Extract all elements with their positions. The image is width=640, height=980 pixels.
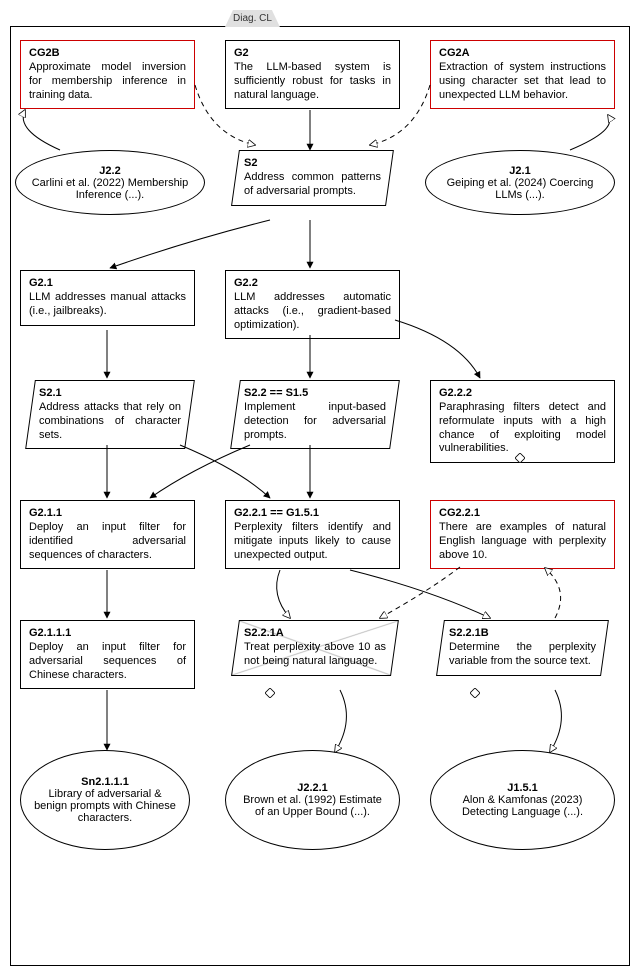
node-G211-title: G2.1.1 (29, 507, 186, 519)
node-J21-body: Geiping et al. (2024) Coercing LLMs (...… (447, 177, 594, 201)
node-J2211-title: J2.2.1 (297, 782, 328, 794)
node-G221-body: Perplexity filters identify and mitigate… (234, 521, 391, 562)
node-J2211: J2.2.1Brown et al. (1992) Estimate of an… (225, 750, 400, 850)
node-CG2A: CG2A Extraction of system instructions u… (430, 40, 615, 109)
node-G222: G2.2.2 Paraphrasing filters detect and r… (430, 380, 615, 463)
node-S2-body: Address common patterns of adversarial p… (244, 171, 381, 199)
node-G21-title: G2.1 (29, 277, 186, 289)
node-J1511-title: J1.5.1 (507, 782, 538, 794)
node-G22-title: G2.2 (234, 277, 391, 289)
node-S221B-title: S2.2.1B (449, 627, 596, 639)
node-G211: G2.1.1 Deploy an input filter for identi… (20, 500, 195, 569)
node-G2111-body: Deploy an input filter for adversarial s… (29, 641, 186, 682)
node-G21: G2.1 LLM addresses manual attacks (i.e.,… (20, 270, 195, 326)
node-G2-title: G2 (234, 47, 391, 59)
node-S21-body: Address attacks that rely on combination… (39, 401, 181, 442)
node-G211-body: Deploy an input filter for identified ad… (29, 521, 186, 562)
node-J2211-body: Brown et al. (1992) Estimate of an Upper… (243, 794, 382, 818)
node-G22: G2.2 LLM addresses automatic attacks (i.… (225, 270, 400, 339)
node-S22: S2.2 == S1.5 Implement input-based detec… (230, 380, 400, 449)
node-J22-body: Carlini et al. (2022) Membership Inferen… (32, 177, 189, 201)
node-S221A: S2.2.1A Treat perplexity above 10 as not… (231, 620, 399, 676)
node-Sn2111-title: Sn2.1.1.1 (81, 776, 129, 788)
node-S21: S2.1 Address attacks that rely on combin… (25, 380, 195, 449)
node-CG2B-title: CG2B (29, 47, 186, 59)
node-J22-title: J2.2 (99, 165, 120, 177)
node-Sn2111: Sn2.1.1.1Library of adversarial & benign… (20, 750, 190, 850)
node-S21-title: S2.1 (39, 387, 181, 399)
node-G2111: G2.1.1.1 Deploy an input filter for adve… (20, 620, 195, 689)
node-G2111-title: G2.1.1.1 (29, 627, 186, 639)
node-S221A-title: S2.2.1A (244, 627, 386, 639)
node-G222-title: G2.2.2 (439, 387, 606, 399)
node-CG221: CG2.2.1 There are examples of natural En… (430, 500, 615, 569)
node-S22-title: S2.2 == S1.5 (244, 387, 386, 399)
node-G2-body: The LLM-based system is sufficiently rob… (234, 61, 391, 102)
node-J21-title: J2.1 (509, 165, 530, 177)
node-G22-body: LLM addresses automatic attacks (i.e., g… (234, 291, 391, 332)
node-Sn2111-body: Library of adversarial & benign prompts … (34, 788, 176, 824)
node-G21-body: LLM addresses manual attacks (i.e., jail… (29, 291, 186, 319)
node-G221: G2.2.1 == G1.5.1 Perplexity filters iden… (225, 500, 400, 569)
node-G222-body: Paraphrasing filters detect and reformul… (439, 401, 606, 456)
node-CG2A-title: CG2A (439, 47, 606, 59)
node-CG2B: CG2B Approximate model inversion for mem… (20, 40, 195, 109)
node-S221B: S2.2.1B Determine the perplexity variabl… (436, 620, 609, 676)
node-CG221-title: CG2.2.1 (439, 507, 606, 519)
node-CG2B-body: Approximate model inversion for membersh… (29, 61, 186, 102)
node-J1511: J1.5.1Alon & Kamfonas (2023) Detecting L… (430, 750, 615, 850)
node-S2-title: S2 (244, 157, 381, 169)
node-J22: J2.2Carlini et al. (2022) Membership Inf… (15, 150, 205, 215)
gsn-diagram: Diag. CL CG2B Approximate model inversio… (10, 10, 630, 970)
node-S2: S2 Address common patterns of adversaria… (231, 150, 394, 206)
node-CG2A-body: Extraction of system instructions using … (439, 61, 606, 102)
node-J1511-body: Alon & Kamfonas (2023) Detecting Languag… (462, 794, 583, 818)
node-G2: G2 The LLM-based system is sufficiently … (225, 40, 400, 109)
node-S221B-body: Determine the perplexity variable from t… (449, 641, 596, 669)
node-S221A-body: Treat perplexity above 10 as not being n… (244, 641, 386, 669)
node-G221-title: G2.2.1 == G1.5.1 (234, 507, 391, 519)
node-S22-body: Implement input-based detection for adve… (244, 401, 386, 442)
module-tab: Diag. CL (225, 10, 280, 27)
node-J21: J2.1Geiping et al. (2024) Coercing LLMs … (425, 150, 615, 215)
node-CG221-body: There are examples of natural English la… (439, 521, 606, 562)
